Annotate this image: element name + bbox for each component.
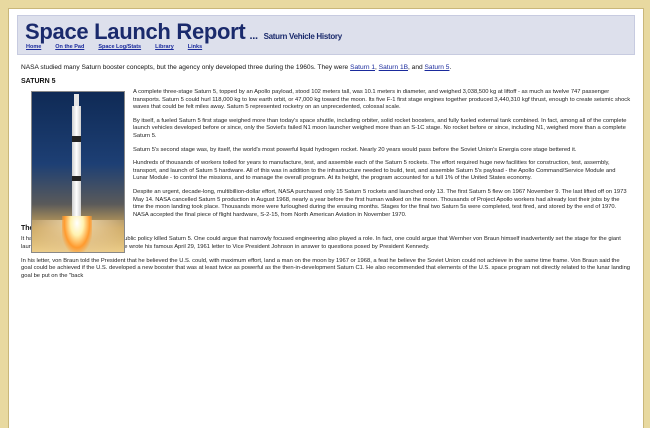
paragraph: Saturn 5's second stage was, by itself, … <box>133 146 577 153</box>
paragraph: Hundreds of thousands of workers toiled … <box>133 160 616 182</box>
nav-link-library[interactable]: Library <box>155 44 174 50</box>
rocket-band <box>72 176 81 181</box>
paragraph: In his letter, von Braun told the Presid… <box>21 257 631 279</box>
rocket-flame <box>62 216 92 252</box>
nav-link-links[interactable]: Links <box>188 44 202 50</box>
intro-sep: , and <box>408 64 423 71</box>
link-saturn-1b[interactable]: Saturn 1B <box>379 64 408 71</box>
nav-link-home[interactable]: Home <box>26 44 41 50</box>
saturn-5-text: A complete three-stage Saturn 5, topped … <box>133 89 631 219</box>
page-subtitle: Saturn Vehicle History <box>263 32 343 41</box>
saturn-5-section: A complete three-stage Saturn 5, topped … <box>21 89 631 253</box>
nav-link-space-log-stats[interactable]: Space Log/Stats <box>98 44 141 50</box>
section-heading-saturn-5: SATURN 5 <box>21 78 56 85</box>
title-separator: ... <box>249 30 258 42</box>
page-title: Space Launch Report... Saturn Vehicle Hi… <box>25 19 342 45</box>
paragraph: Despite an urgent, decade-long, multibil… <box>133 188 627 218</box>
intro-text: NASA studied many Saturn booster concept… <box>21 64 349 71</box>
site-header: Space Launch Report... Saturn Vehicle Hi… <box>17 15 635 55</box>
intro-sep: , <box>375 64 377 71</box>
intro-paragraph: NASA studied many Saturn booster concept… <box>21 63 633 72</box>
rocket-shape <box>72 94 81 218</box>
link-saturn-5[interactable]: Saturn 5 <box>425 64 450 71</box>
paragraph: By itself, a fueled Saturn 5 first stage… <box>133 117 627 139</box>
nav-bar: Home On the Pad Space Log/Stats Library … <box>26 44 202 50</box>
intro-end: . <box>449 64 452 71</box>
nav-link-on-the-pad[interactable]: On the Pad <box>55 44 84 50</box>
saturn-5-launch-photo <box>31 91 125 253</box>
paragraph: A complete three-stage Saturn 5, topped … <box>133 89 631 111</box>
rocket-band <box>72 136 81 142</box>
page-frame: Space Launch Report... Saturn Vehicle Hi… <box>8 8 644 428</box>
title-text: Space Launch Report <box>25 19 246 44</box>
link-saturn-1[interactable]: Saturn 1 <box>350 64 375 71</box>
